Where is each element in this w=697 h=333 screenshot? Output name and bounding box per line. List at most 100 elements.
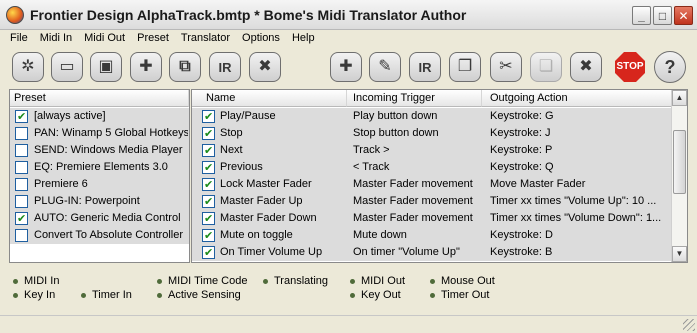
- translator-row[interactable]: Lock Master Fader Master Fader movement Mo…: [192, 176, 671, 194]
- delete-preset-button[interactable]: ✖: [249, 52, 281, 82]
- preset-row[interactable]: PLUG-IN: Powerpoint: [10, 193, 189, 210]
- status-dot-icon: [430, 278, 435, 284]
- delete-translator-button[interactable]: ✖: [570, 52, 602, 82]
- preset-checkbox[interactable]: [15, 161, 28, 174]
- translator-name: On Timer Volume Up: [220, 246, 323, 258]
- translator-name: Stop: [220, 127, 243, 139]
- translator-row[interactable]: Play/Pause Play button down Keystroke: G: [192, 108, 671, 126]
- indicator-midi-in: MIDI In: [13, 274, 59, 288]
- indicator-key-in: Key In: [13, 288, 55, 302]
- preset-checkbox[interactable]: [15, 109, 28, 126]
- app-logo-icon: [6, 6, 24, 24]
- preset-checkbox[interactable]: [15, 127, 28, 140]
- help-icon: ?: [664, 57, 676, 77]
- preset-row[interactable]: Convert To Absolute Controller: [10, 227, 189, 244]
- translator-trigger: Master Fader movement: [353, 178, 473, 190]
- indicator-active-sensing: Active Sensing: [157, 288, 241, 302]
- translator-checkbox[interactable]: [202, 109, 215, 126]
- preset-checkbox[interactable]: [15, 178, 28, 191]
- translator-trigger: On timer "Volume Up": [353, 246, 460, 258]
- translator-checkbox[interactable]: [202, 228, 215, 245]
- scroll-down-arrow-icon[interactable]: ▼: [672, 246, 687, 262]
- preset-row[interactable]: EQ: Premiere Elements 3.0: [10, 159, 189, 176]
- translator-checkbox[interactable]: [202, 211, 215, 228]
- indicator-mouse-out: Mouse Out: [430, 274, 495, 288]
- puzzle-icon: ✲: [21, 58, 35, 75]
- translator-trigger: Master Fader movement: [353, 195, 473, 207]
- menu-midi-out[interactable]: Midi Out: [78, 30, 131, 47]
- translator-checkbox[interactable]: [202, 126, 215, 143]
- menu-options[interactable]: Options: [236, 30, 286, 47]
- preset-row[interactable]: PAN: Winamp 5 Global Hotkeys: [10, 125, 189, 142]
- translator-checkbox[interactable]: [202, 160, 215, 177]
- translator-checkbox[interactable]: [202, 245, 215, 262]
- menu-file[interactable]: File: [4, 30, 34, 47]
- rename-translator-button[interactable]: IR: [409, 52, 441, 82]
- translator-row[interactable]: Master Fader Up Master Fader movement Time…: [192, 193, 671, 211]
- status-dot-icon: [13, 292, 18, 298]
- copy-translator-icon: ❐: [457, 58, 473, 75]
- close-icon: ✕: [678, 8, 689, 23]
- rename-preset-button[interactable]: IR: [209, 52, 241, 82]
- name-column-header[interactable]: Name: [192, 90, 347, 107]
- translator-checkbox[interactable]: [202, 177, 215, 194]
- add-preset-button[interactable]: ✚: [130, 52, 162, 82]
- delete-preset-icon: ✖: [258, 58, 272, 75]
- paste-translator-button[interactable]: ❏: [530, 52, 562, 82]
- incoming-trigger-column-header[interactable]: Incoming Trigger: [347, 90, 482, 107]
- menu-bar: File Midi In Midi Out Preset Translator …: [0, 30, 697, 47]
- help-button[interactable]: ?: [654, 51, 686, 83]
- stop-button[interactable]: STOP: [614, 52, 646, 82]
- puzzle-button[interactable]: ✲: [12, 52, 44, 82]
- preset-row[interactable]: AUTO: Generic Media Control: [10, 210, 189, 228]
- maximize-button[interactable]: □: [653, 6, 672, 25]
- cut-translator-button[interactable]: ✂: [490, 52, 522, 82]
- menu-preset[interactable]: Preset: [131, 30, 175, 47]
- preset-row[interactable]: [always active]: [10, 108, 189, 126]
- translator-row[interactable]: On Timer Volume Up On timer "Volume Up" Ke…: [192, 244, 671, 262]
- add-translator-button[interactable]: ✚: [330, 52, 362, 82]
- duplicate-preset-button[interactable]: ⧉: [169, 52, 201, 82]
- preset-checkbox[interactable]: [15, 229, 28, 242]
- scroll-thumb[interactable]: [673, 130, 686, 194]
- translator-row[interactable]: Master Fader Down Master Fader movement Ti…: [192, 210, 671, 228]
- preset-checkbox[interactable]: [15, 195, 28, 208]
- indicator-key-out: Key Out: [350, 288, 401, 302]
- open-button[interactable]: ▭: [51, 52, 83, 82]
- edit-translator-button[interactable]: ✎: [369, 52, 401, 82]
- translator-name: Play/Pause: [220, 110, 276, 122]
- indicator-label: MIDI Time Code: [168, 275, 248, 287]
- translator-checkbox[interactable]: [202, 143, 215, 160]
- preset-row[interactable]: SEND: Windows Media Player: [10, 142, 189, 159]
- translator-row[interactable]: Stop Stop button down Keystroke: J: [192, 125, 671, 143]
- translator-trigger: Master Fader movement: [353, 212, 473, 224]
- translator-row[interactable]: Next Track > Keystroke: P: [192, 142, 671, 160]
- copy-translator-button[interactable]: ❐: [449, 52, 481, 82]
- menu-midi-in[interactable]: Midi In: [34, 30, 78, 47]
- indicator-timer-in: Timer In: [81, 288, 132, 302]
- preset-label: PAN: Winamp 5 Global Hotkeys: [34, 127, 188, 139]
- translator-scrollbar[interactable]: ▲ ▼: [671, 90, 687, 262]
- rename-preset-icon: IR: [218, 59, 232, 75]
- outgoing-action-column-header[interactable]: Outgoing Action: [482, 90, 672, 107]
- translator-name: Lock Master Fader: [220, 178, 312, 190]
- translator-row[interactable]: Previous < Track Keystroke: Q: [192, 159, 671, 177]
- indicator-label: Key In: [24, 289, 56, 301]
- close-button[interactable]: ✕: [674, 6, 693, 25]
- menu-help[interactable]: Help: [286, 30, 321, 47]
- menu-translator[interactable]: Translator: [175, 30, 236, 47]
- translator-trigger: Mute down: [353, 229, 407, 241]
- window-title: Frontier Design AlphaTrack.bmtp * Bome's…: [30, 7, 467, 23]
- resize-grip-icon[interactable]: [683, 319, 695, 331]
- minimize-button[interactable]: _: [632, 6, 651, 25]
- preset-row[interactable]: Premiere 6: [10, 176, 189, 193]
- indicator-label: Translating: [274, 275, 329, 287]
- save-button[interactable]: ▣: [90, 52, 122, 82]
- preset-column-header[interactable]: Preset: [10, 90, 189, 107]
- indicator-midi-out: MIDI Out: [350, 274, 405, 288]
- scroll-up-arrow-icon[interactable]: ▲: [672, 90, 687, 106]
- preset-checkbox[interactable]: [15, 144, 28, 157]
- translator-row[interactable]: Mute on toggle Mute down Keystroke: D: [192, 227, 671, 245]
- translator-checkbox[interactable]: [202, 194, 215, 211]
- preset-checkbox[interactable]: [15, 211, 28, 228]
